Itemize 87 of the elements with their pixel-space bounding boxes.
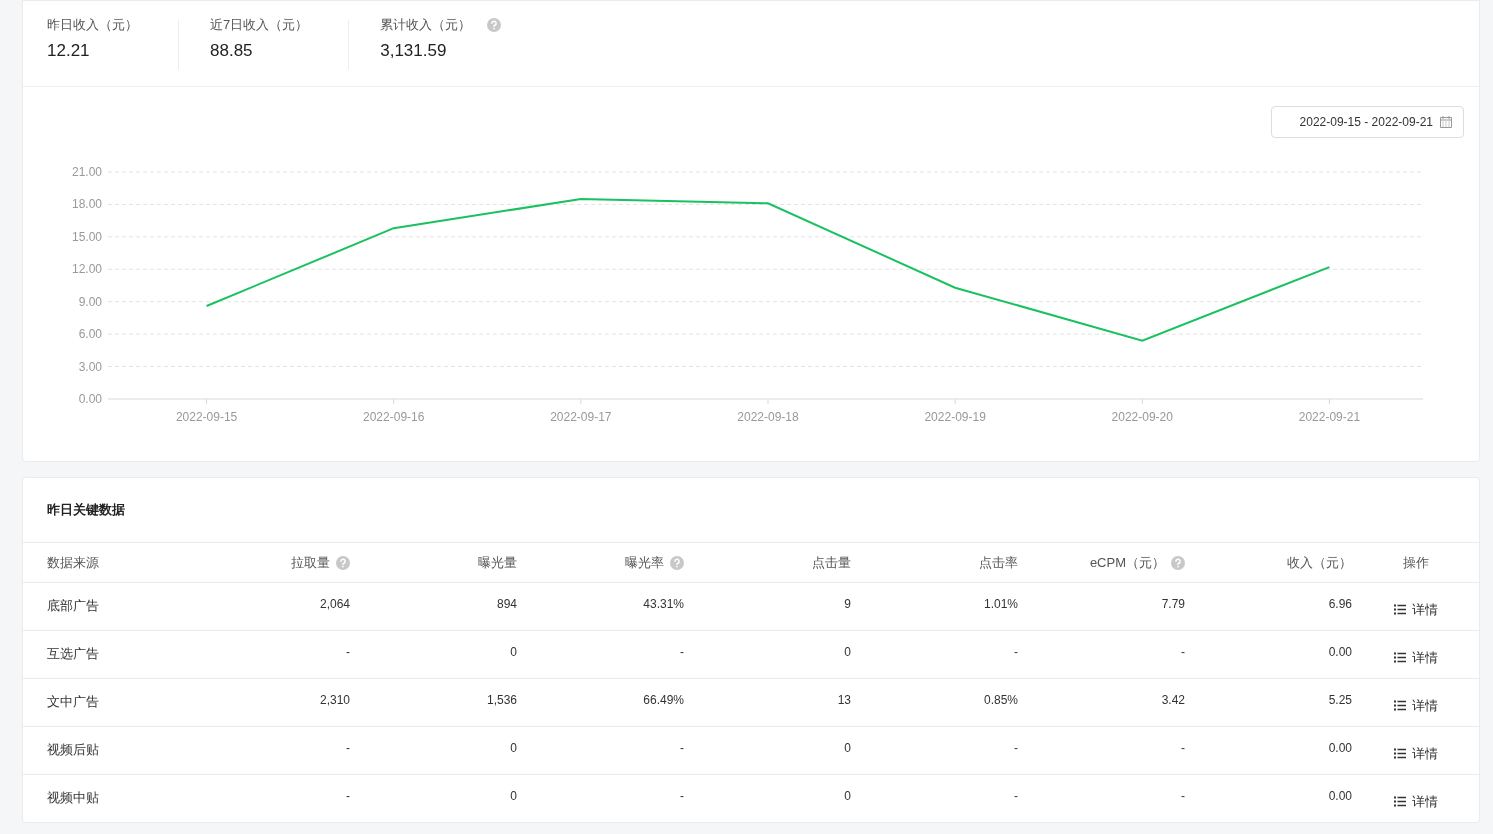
table-cell: - <box>1181 789 1185 803</box>
table-cell: 0.00 <box>1328 789 1352 803</box>
list-icon <box>1393 604 1406 615</box>
table-cell: 互选广告 <box>47 646 99 661</box>
stat-label: 昨日收入（元） <box>47 16 138 34</box>
table-cell: 视频后贴 <box>47 742 99 757</box>
list-icon <box>1393 700 1406 711</box>
table-cell: - <box>1014 645 1018 659</box>
table-cell: - <box>1181 645 1185 659</box>
help-icon[interactable] <box>487 18 502 32</box>
table-cell: 0 <box>510 741 517 755</box>
table-cell: 0 <box>510 645 517 659</box>
stat-label: 近7日收入（元） <box>210 16 309 34</box>
table-cell: 0 <box>844 789 851 803</box>
table-cell: - <box>346 645 350 659</box>
column-header: 数据来源 <box>47 553 99 572</box>
column-header: 收入（元） <box>1287 553 1352 572</box>
column-header: 点击率 <box>979 553 1018 572</box>
help-icon[interactable] <box>336 555 350 570</box>
y-tick-label: 3.00 <box>78 359 102 374</box>
table-cell: - <box>1014 741 1018 755</box>
table-cell: 文中广告 <box>47 694 99 709</box>
y-tick-label: 6.00 <box>78 327 102 342</box>
list-icon <box>1393 748 1406 759</box>
table-cell: - <box>346 741 350 755</box>
detail-link[interactable]: 详情 <box>1393 600 1438 619</box>
y-tick-label: 12.00 <box>71 262 102 277</box>
help-icon[interactable] <box>1171 555 1185 570</box>
x-tick-label: 2022-09-17 <box>550 410 612 424</box>
stat-value: 88.85 <box>210 41 254 61</box>
table-cell: 894 <box>496 597 517 611</box>
y-tick-label: 15.00 <box>71 229 102 244</box>
table-cell: 2,310 <box>319 693 350 707</box>
stat-value: 3,131.59 <box>380 41 448 61</box>
x-tick-label: 2022-09-18 <box>737 410 799 424</box>
table-cell: 0 <box>844 645 851 659</box>
detail-link[interactable]: 详情 <box>1393 648 1438 667</box>
table-cell: 视频中贴 <box>47 790 99 805</box>
table-cell: 0 <box>510 789 517 803</box>
list-icon <box>1393 652 1406 663</box>
detail-link[interactable]: 详情 <box>1393 744 1438 763</box>
table-cell: 43.31% <box>643 597 684 611</box>
table-cell: - <box>1181 741 1185 755</box>
table-cell: - <box>680 741 684 755</box>
x-tick-label: 2022-09-21 <box>1298 410 1361 424</box>
table-cell: 5.25 <box>1328 693 1352 707</box>
table-cell: 13 <box>837 693 851 707</box>
table-cell: - <box>346 789 350 803</box>
table-cell: - <box>680 789 684 803</box>
column-header: 曝光量 <box>478 553 517 572</box>
table-cell: 66.49% <box>643 693 684 707</box>
x-tick-label: 2022-09-19 <box>924 410 986 424</box>
table-cell: 0.85% <box>983 693 1018 707</box>
calendar-icon <box>1439 115 1453 129</box>
table-cell: 0 <box>844 741 851 755</box>
x-tick-label: 2022-09-15 <box>175 410 238 424</box>
table-cell: 底部广告 <box>47 598 99 613</box>
table-cell: 1.01% <box>983 597 1018 611</box>
column-header: eCPM（元） <box>1089 553 1165 572</box>
table-cell: - <box>680 645 684 659</box>
table-cell: 1,536 <box>486 693 517 707</box>
column-header: 曝光率 <box>625 553 664 572</box>
detail-link[interactable]: 详情 <box>1393 696 1438 715</box>
y-tick-label: 9.00 <box>78 294 102 309</box>
table-cell: 7.79 <box>1161 597 1185 611</box>
table-cell: - <box>1014 789 1018 803</box>
table-cell: 3.42 <box>1161 693 1185 707</box>
x-tick-label: 2022-09-20 <box>1111 410 1173 424</box>
date-range-picker[interactable]: 2022-09-15 - 2022-09-21 <box>1270 106 1464 138</box>
table-cell: 9 <box>844 597 851 611</box>
table-cell: 0.00 <box>1328 741 1352 755</box>
stat-value: 12.21 <box>47 41 91 61</box>
detail-link[interactable]: 详情 <box>1393 792 1438 811</box>
section-title: 昨日关键数据 <box>46 501 126 519</box>
x-tick-label: 2022-09-16 <box>363 410 425 424</box>
stat-label: 累计收入（元） <box>380 16 472 34</box>
help-icon[interactable] <box>670 555 684 570</box>
y-tick-label: 18.00 <box>71 197 102 212</box>
column-header: 拉取量 <box>291 553 330 572</box>
y-tick-label: 0.00 <box>78 392 102 406</box>
y-tick-label: 21.00 <box>71 165 102 179</box>
list-icon <box>1393 796 1406 807</box>
table-cell: 0.00 <box>1328 645 1352 659</box>
column-header: 操作 <box>1402 553 1429 572</box>
table-cell: 6.96 <box>1328 597 1352 611</box>
table-cell: 2,064 <box>319 597 350 611</box>
column-header: 点击量 <box>812 553 851 572</box>
